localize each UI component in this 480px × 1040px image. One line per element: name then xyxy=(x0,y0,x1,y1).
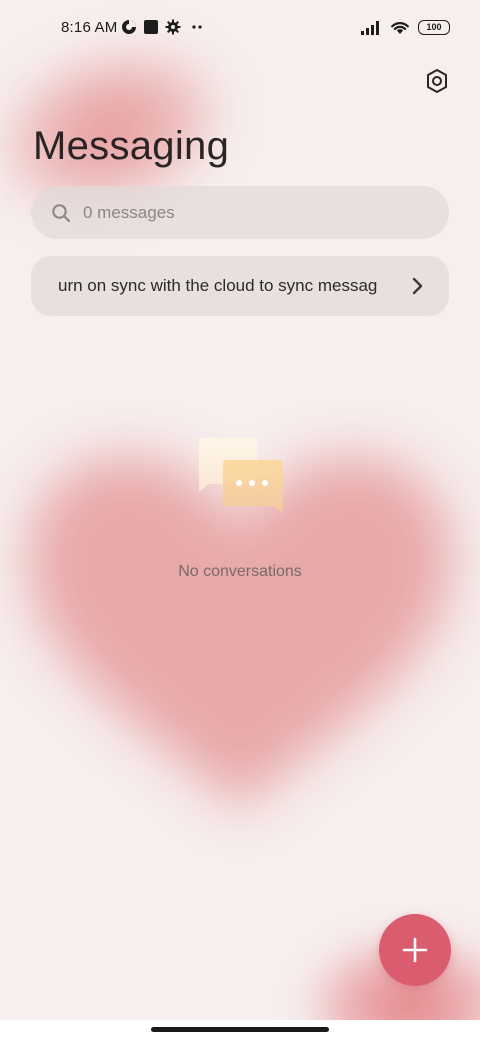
chat-bubbles-icon xyxy=(198,438,284,512)
search-placeholder: 0 messages xyxy=(83,202,175,222)
empty-state-text: No conversations xyxy=(178,563,302,580)
status-bar: 8:16 AM 100 xyxy=(0,0,480,56)
search-bar[interactable]: 0 messages xyxy=(31,186,449,239)
status-time: 8:16 AM xyxy=(61,19,118,36)
chevron-right-icon xyxy=(412,277,423,295)
sync-banner-text: urn on sync with the cloud to sync messa… xyxy=(58,276,378,295)
plus-icon xyxy=(402,937,428,963)
battery-level: 100 xyxy=(426,22,442,32)
search-icon xyxy=(52,203,71,222)
sync-banner-text-container: urn on sync with the cloud to sync messa… xyxy=(58,276,397,296)
data-saver-icon xyxy=(122,20,136,34)
signal-icon xyxy=(361,20,379,35)
battery-icon: 100 xyxy=(418,20,450,35)
notification-square-icon xyxy=(144,20,158,34)
wifi-icon xyxy=(391,22,409,34)
status-right-group: 100 xyxy=(360,20,450,35)
page-title: Messaging xyxy=(33,124,230,168)
more-dots-icon xyxy=(192,25,202,29)
settings-button[interactable] xyxy=(422,66,452,96)
sync-banner[interactable]: urn on sync with the cloud to sync messa… xyxy=(31,256,449,316)
settings-gear-icon xyxy=(165,19,181,35)
new-message-button[interactable] xyxy=(379,914,451,986)
settings-hexagon-icon xyxy=(427,69,447,93)
home-indicator[interactable] xyxy=(151,1027,329,1032)
